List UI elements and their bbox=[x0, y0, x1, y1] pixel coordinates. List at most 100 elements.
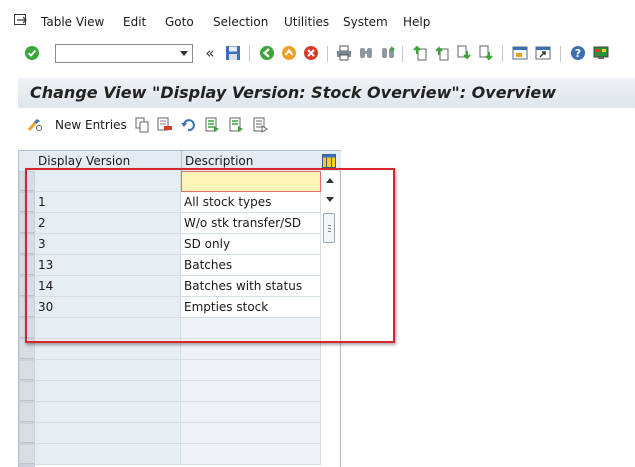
display-version-cell bbox=[35, 360, 181, 381]
column-header-display-version[interactable]: Display Version bbox=[38, 154, 130, 168]
table-row: 3 SD only bbox=[35, 234, 321, 255]
row-selector[interactable] bbox=[20, 382, 34, 401]
description-cell: SD only bbox=[181, 234, 321, 255]
select-all-icon[interactable] bbox=[204, 116, 220, 134]
menu-goto[interactable]: Goto bbox=[165, 15, 194, 29]
table-row: 13 Batches bbox=[35, 255, 321, 276]
last-page-icon[interactable] bbox=[477, 44, 495, 62]
collapse-toolbar-icon[interactable]: « bbox=[201, 44, 219, 62]
column-header-description[interactable]: Description bbox=[185, 154, 253, 168]
copy-as-icon[interactable] bbox=[134, 116, 150, 134]
display-version-cell bbox=[35, 381, 181, 402]
first-page-icon[interactable] bbox=[411, 44, 429, 62]
description-cell: Empties stock bbox=[181, 297, 321, 318]
description-cell: Batches bbox=[181, 255, 321, 276]
previous-page-icon[interactable] bbox=[433, 44, 451, 62]
table-row bbox=[35, 381, 321, 402]
select-block-icon[interactable] bbox=[228, 116, 244, 134]
row-selector-column bbox=[19, 171, 35, 467]
menu-bar: Table View Edit Goto Selection Utilities… bbox=[0, 0, 635, 40]
find-next-icon[interactable] bbox=[379, 44, 397, 62]
table-row bbox=[35, 318, 321, 339]
row-selector[interactable] bbox=[20, 172, 34, 191]
display-version-cell bbox=[35, 444, 181, 465]
cancel-icon[interactable] bbox=[302, 44, 320, 62]
row-selector[interactable] bbox=[20, 235, 34, 254]
exit-icon[interactable] bbox=[280, 44, 298, 62]
table-row: 2 W/o stk transfer/SD bbox=[35, 213, 321, 234]
row-selector[interactable] bbox=[20, 256, 34, 275]
application-toolbar: New Entries bbox=[18, 110, 635, 140]
table-row bbox=[35, 444, 321, 465]
display-version-cell: 30 bbox=[35, 297, 181, 318]
menu-edit[interactable]: Edit bbox=[123, 15, 146, 29]
table-row bbox=[35, 423, 321, 444]
customize-layout-icon[interactable] bbox=[592, 44, 610, 62]
display-version-cell: 3 bbox=[35, 234, 181, 255]
save-icon[interactable] bbox=[224, 44, 242, 62]
menu-selection[interactable]: Selection bbox=[213, 15, 268, 29]
svg-text:?: ? bbox=[575, 47, 581, 60]
new-entries-button[interactable]: New Entries bbox=[47, 116, 127, 134]
row-selector[interactable] bbox=[20, 319, 34, 338]
table-row bbox=[35, 171, 321, 192]
print-icon[interactable] bbox=[335, 44, 353, 62]
table-header: Display Version Description bbox=[19, 151, 341, 172]
table-row: 1 All stock types bbox=[35, 192, 321, 213]
menu-system[interactable]: System bbox=[343, 15, 388, 29]
next-page-icon[interactable] bbox=[455, 44, 473, 62]
enter-check-icon[interactable] bbox=[23, 44, 41, 62]
help-icon[interactable]: ? bbox=[569, 44, 587, 62]
row-selector[interactable] bbox=[20, 361, 34, 380]
row-selector[interactable] bbox=[20, 298, 34, 317]
scroll-down-icon[interactable] bbox=[326, 197, 334, 202]
table-row: 14 Batches with status bbox=[35, 276, 321, 297]
menu-table-view[interactable]: Table View bbox=[41, 15, 104, 29]
row-selector[interactable] bbox=[20, 445, 34, 464]
row-selector[interactable] bbox=[20, 277, 34, 296]
title-bar: Change View "Display Version: Stock Over… bbox=[18, 78, 635, 108]
row-selector[interactable] bbox=[20, 340, 34, 359]
table-control: Display Version Description 1 All stock t… bbox=[18, 150, 341, 467]
deselect-all-icon[interactable] bbox=[252, 116, 268, 134]
command-input[interactable] bbox=[58, 46, 170, 61]
display-version-cell bbox=[35, 423, 181, 444]
display-version-cell bbox=[35, 402, 181, 423]
table-row bbox=[35, 402, 321, 423]
display-version-cell[interactable] bbox=[35, 171, 181, 192]
chevron-down-icon[interactable] bbox=[180, 51, 188, 56]
shortcut-icon[interactable] bbox=[534, 44, 552, 62]
scroll-thumb[interactable] bbox=[323, 213, 335, 243]
table-row bbox=[35, 339, 321, 360]
table-settings-icon[interactable] bbox=[322, 154, 336, 168]
row-selector[interactable] bbox=[20, 193, 34, 212]
app-menu-icon[interactable] bbox=[14, 14, 28, 26]
table-row bbox=[35, 360, 321, 381]
delete-icon[interactable] bbox=[157, 116, 173, 134]
create-session-icon[interactable] bbox=[511, 44, 529, 62]
row-selector[interactable] bbox=[20, 214, 34, 233]
display-version-cell: 1 bbox=[35, 192, 181, 213]
command-field[interactable] bbox=[55, 44, 193, 63]
row-selector[interactable] bbox=[20, 424, 34, 443]
row-selector[interactable] bbox=[20, 403, 34, 422]
description-cell: All stock types bbox=[181, 192, 321, 213]
display-version-cell: 13 bbox=[35, 255, 181, 276]
menu-utilities[interactable]: Utilities bbox=[284, 15, 329, 29]
page-title: Change View "Display Version: Stock Over… bbox=[30, 83, 556, 102]
description-cell[interactable] bbox=[181, 171, 321, 192]
new-entries-label: New Entries bbox=[55, 118, 127, 132]
find-icon[interactable] bbox=[357, 44, 375, 62]
menu-help[interactable]: Help bbox=[403, 15, 430, 29]
description-cell bbox=[181, 444, 321, 465]
scroll-up-icon[interactable] bbox=[326, 178, 334, 183]
description-cell bbox=[181, 360, 321, 381]
undo-change-icon[interactable] bbox=[180, 116, 196, 134]
description-cell bbox=[181, 381, 321, 402]
description-cell bbox=[181, 339, 321, 360]
vertical-scrollbar[interactable] bbox=[321, 171, 339, 467]
display-change-icon[interactable] bbox=[26, 116, 44, 134]
back-icon[interactable] bbox=[258, 44, 276, 62]
display-version-cell bbox=[35, 318, 181, 339]
display-version-cell: 14 bbox=[35, 276, 181, 297]
